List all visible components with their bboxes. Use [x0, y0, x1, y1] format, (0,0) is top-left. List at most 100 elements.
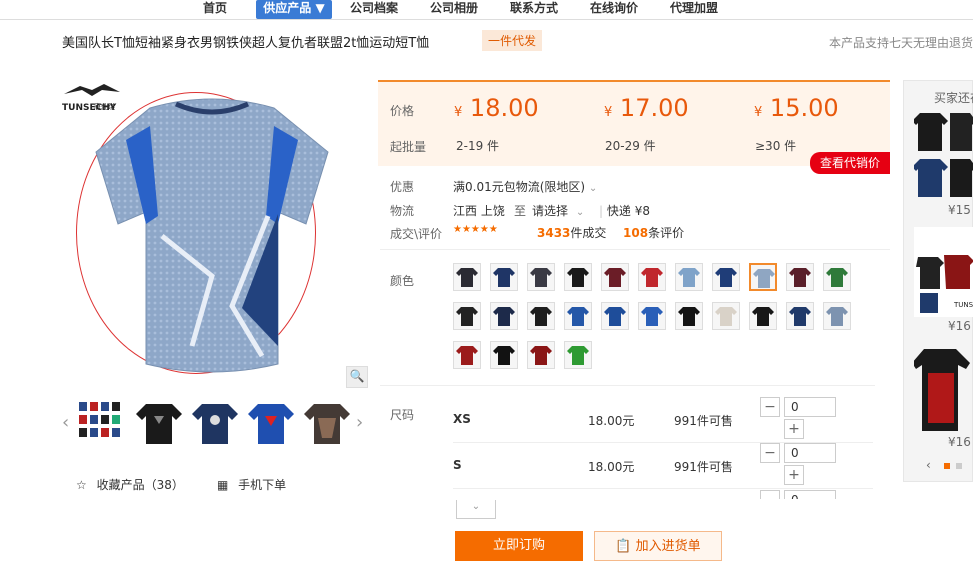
color-swatch[interactable] [823, 302, 851, 330]
size-name: XS [453, 412, 471, 426]
thumbnail-2[interactable] [136, 398, 182, 448]
color-swatch[interactable] [564, 341, 592, 369]
color-swatch[interactable] [712, 302, 740, 330]
color-swatch[interactable] [564, 302, 592, 330]
thumbnail-4[interactable] [248, 398, 294, 448]
buy-now-button[interactable]: 立即订购 [455, 531, 583, 561]
mobile-order-button[interactable]: ▦ 手机下单 [217, 476, 286, 493]
size-label: 尺码 [390, 408, 415, 422]
color-label: 颜色 [390, 274, 415, 288]
color-swatch[interactable] [527, 341, 555, 369]
quantity-input[interactable]: 0 [784, 397, 836, 417]
size-row: XS 18.00元 991件可售 − 0 + [453, 396, 873, 443]
thumbnail-1[interactable] [76, 398, 122, 448]
nav-products[interactable]: 供应产品 ▼ [256, 0, 332, 19]
qrcode-icon: ▦ [217, 478, 229, 492]
color-swatch[interactable] [527, 302, 555, 330]
quantity-input[interactable]: 0 [784, 490, 836, 499]
recommend-item-1[interactable] [914, 109, 973, 201]
mobile-order-label: 手机下单 [238, 478, 287, 492]
zoom-icon[interactable]: 🔍 [346, 366, 368, 388]
to-label: 至 [514, 204, 527, 218]
product-main-image[interactable] [92, 96, 332, 376]
nav-home[interactable]: 首页 [192, 0, 238, 19]
color-swatch[interactable] [675, 263, 703, 291]
recommend-price: ¥16 [948, 435, 971, 449]
quantity-input[interactable]: 0 [784, 443, 836, 463]
deal-label: 成交\评价 [390, 227, 443, 241]
color-swatch[interactable] [749, 302, 777, 330]
color-swatch[interactable] [490, 302, 518, 330]
expand-sizes-button[interactable]: ⌄ [456, 500, 496, 519]
chevron-down-icon: ⌄ [471, 501, 481, 512]
divider [380, 385, 875, 386]
agent-price-button[interactable]: 查看代销价 [810, 152, 890, 174]
return-notice: 本产品支持七天无理由退货 [829, 36, 973, 50]
carousel-dot-active[interactable] [944, 463, 950, 469]
recommend-item-2[interactable]: TUNS [914, 227, 973, 317]
clipboard-icon: 📋 [615, 539, 632, 554]
color-swatch[interactable] [823, 263, 851, 291]
nav-inquiry[interactable]: 在线询价 [584, 0, 644, 19]
chevron-down-icon: ⌄ [575, 207, 585, 218]
color-swatch[interactable] [453, 263, 481, 291]
color-swatch[interactable] [638, 302, 666, 330]
quantity-minus-button[interactable]: − [760, 443, 780, 463]
quantity-minus-button[interactable]: − [760, 490, 780, 499]
nav-contact[interactable]: 联系方式 [504, 0, 564, 19]
nav-agency[interactable]: 代理加盟 [664, 0, 724, 19]
logistics-label: 物流 [390, 204, 415, 218]
recommend-sidebar: 买家还在看 ¥15 TUNS ¥16 ¥16 ‹ [903, 80, 973, 482]
quantity-minus-button[interactable]: − [760, 397, 780, 417]
divider [380, 249, 890, 250]
promo-label: 优惠 [390, 180, 415, 194]
quantity-plus-button[interactable]: + [784, 465, 804, 485]
color-swatch[interactable] [749, 263, 777, 291]
size-price: 18.00元 [588, 414, 635, 428]
recommend-item-3[interactable] [914, 343, 973, 435]
color-swatch[interactable] [527, 263, 555, 291]
price-tier-2: ¥ 17.00 [604, 94, 689, 122]
color-swatch[interactable] [564, 263, 592, 291]
thumb-next-icon[interactable]: › [356, 412, 363, 433]
star-outline-icon: ☆ [76, 478, 87, 492]
carousel-dot[interactable] [956, 463, 962, 469]
range-tier-2: 20-29 件 [605, 139, 656, 153]
size-row-partial: − 0 [760, 489, 840, 499]
price-label: 价格 [390, 104, 415, 118]
recommend-title: 买家还在看 [934, 91, 973, 105]
moq-label: 起批量 [390, 140, 427, 154]
destination-select[interactable]: 请选择 ⌄ [532, 202, 584, 219]
size-stock: 991件可售 [674, 414, 733, 428]
favorite-button[interactable]: ☆ 收藏产品（38） [76, 476, 184, 493]
promo-value[interactable]: 满0.01元包物流(限地区) ⌄ [453, 178, 597, 195]
color-swatch[interactable] [601, 263, 629, 291]
color-swatch[interactable] [786, 263, 814, 291]
thumbnail-5[interactable] [304, 398, 350, 448]
color-swatch[interactable] [490, 341, 518, 369]
color-swatch[interactable] [712, 263, 740, 291]
nav-company-profile[interactable]: 公司档案 [344, 0, 404, 19]
origin-location: 江西 上饶 [453, 204, 505, 218]
color-swatch[interactable] [490, 263, 518, 291]
range-tier-1: 2-19 件 [456, 139, 500, 153]
color-swatch[interactable] [453, 302, 481, 330]
reviews-count[interactable]: 108条评价 [623, 224, 684, 241]
price-tier-3: ¥ 15.00 [754, 94, 839, 122]
favorite-label: 收藏产品（38） [96, 478, 184, 492]
color-swatch[interactable] [786, 302, 814, 330]
color-swatch[interactable] [601, 302, 629, 330]
thumbnail-strip: ‹ › [62, 398, 372, 450]
color-swatch[interactable] [675, 302, 703, 330]
deals-count[interactable]: 3433件成交 [537, 224, 606, 241]
recommend-prev-icon[interactable]: ‹ [926, 458, 931, 472]
color-swatch[interactable] [638, 263, 666, 291]
color-swatch[interactable] [453, 341, 481, 369]
thumb-prev-icon[interactable]: ‹ [62, 412, 69, 433]
quantity-plus-button[interactable]: + [784, 419, 804, 439]
add-to-cart-button[interactable]: 📋 加入进货单 [594, 531, 722, 561]
size-row: S 18.00元 991件可售 − 0 + [453, 442, 873, 489]
nav-company-album[interactable]: 公司相册 [424, 0, 484, 19]
thumbnail-3[interactable] [192, 398, 238, 448]
product-title: 美国队长T恤短袖紧身衣男钢铁侠超人复仇者联盟2t恤运动短T恤 [62, 36, 430, 51]
